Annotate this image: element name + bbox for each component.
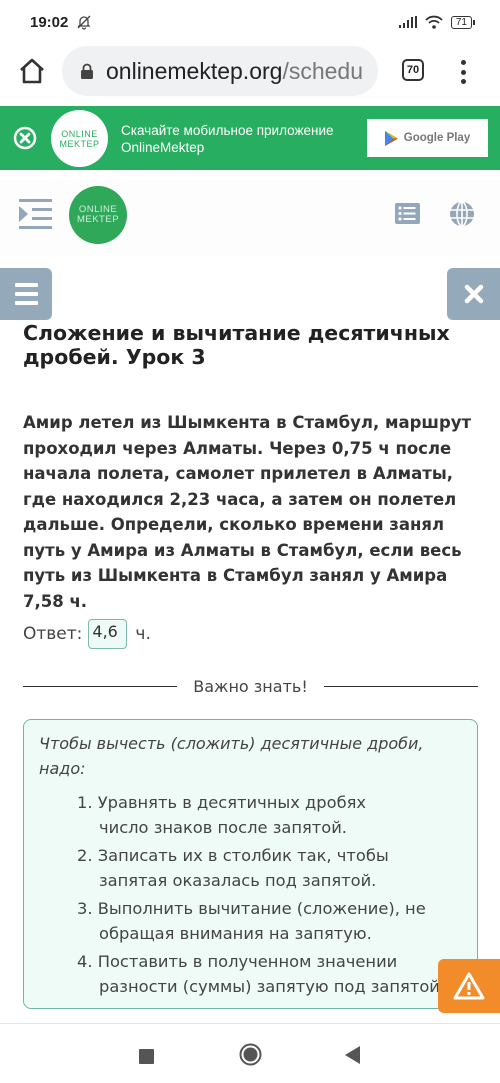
back-icon[interactable]	[345, 1046, 360, 1064]
browser-toolbar: onlinemektep.org/schedu 70	[0, 44, 500, 100]
home-circle-icon[interactable]	[239, 1043, 262, 1066]
site-header: ONLINE MEKTEP	[0, 180, 500, 256]
banner-text: Скачайте мобильное приложение OnlineMekt…	[121, 122, 334, 156]
menu-icon-bar	[14, 283, 38, 287]
url-path: /schedu	[282, 57, 364, 84]
app-download-banner: ONLINE MEKTEP Скачайте мобильное приложе…	[0, 106, 500, 170]
list-item: 1. Уравнять в десятичных дробях число зн…	[77, 793, 367, 837]
list-icon[interactable]	[395, 203, 420, 224]
logo-text-line1: ONLINE	[61, 128, 98, 139]
banner-text-line2: OnlineMektep	[121, 140, 205, 155]
bell-off-icon	[77, 15, 91, 30]
list-item: 4. Поставить в полученном значении разно…	[77, 952, 440, 996]
browser-menu-icon[interactable]	[458, 58, 468, 86]
tab-switcher-button[interactable]: 70	[402, 59, 424, 81]
list-item: 3. Выполнить вычитание (сложение), не об…	[77, 899, 426, 943]
status-bar: 19:02 71	[0, 0, 500, 44]
banner-logo: ONLINE MEKTEP	[51, 110, 108, 167]
menu-icon-bar	[14, 301, 38, 305]
answer-row: Ответ: 4,6 ч.	[23, 619, 151, 649]
important-info-box: Чтобы вычесть (сложить) десятичные дроби…	[23, 719, 478, 1009]
lesson-title: Сложение и вычитание десятичных дробей. …	[23, 321, 450, 369]
status-time: 19:02	[30, 13, 69, 31]
answer-unit: ч.	[135, 624, 151, 644]
answer-label: Ответ:	[23, 624, 83, 644]
wifi-icon	[425, 15, 443, 29]
url-text: onlinemektep.org/schedu	[106, 58, 363, 85]
signal-icon	[398, 16, 417, 28]
system-nav-bar	[0, 1023, 500, 1083]
report-problem-button[interactable]	[438, 959, 500, 1013]
answer-input[interactable]: 4,6	[88, 619, 128, 649]
google-play-button[interactable]: Google Play	[367, 119, 488, 157]
logo-text-line2: MEKTEP	[76, 214, 120, 225]
google-play-icon	[384, 130, 398, 146]
warning-icon	[453, 972, 485, 1000]
lesson-close-button[interactable]	[447, 268, 500, 320]
url-host: onlinemektep.org	[106, 57, 283, 84]
sidebar-toggle-icon[interactable]	[19, 198, 52, 230]
list-item: 2. Записать их в столбик так, чтобы запя…	[77, 846, 389, 890]
divider-line	[23, 685, 178, 688]
home-icon[interactable]	[17, 56, 47, 86]
lock-icon	[81, 63, 93, 79]
lesson-menu-button[interactable]	[0, 268, 52, 320]
logo-text-line2: MEKTEP	[59, 138, 100, 149]
important-heading: Важно знать!	[193, 677, 308, 696]
site-logo[interactable]: ONLINE MEKTEP	[69, 186, 127, 244]
address-bar[interactable]: onlinemektep.org/schedu	[62, 46, 378, 96]
close-icon	[464, 284, 483, 304]
globe-icon[interactable]	[449, 201, 475, 227]
important-divider: Важно знать!	[23, 677, 478, 696]
menu-icon-bar	[14, 292, 38, 296]
steps-list: 1. Уравнять в десятичных дробях число зн…	[77, 790, 477, 1002]
google-play-label: Google Play	[403, 132, 471, 144]
battery-icon: 71	[450, 15, 476, 29]
close-banner-icon[interactable]	[13, 126, 37, 150]
divider-line	[323, 685, 478, 688]
recent-apps-icon[interactable]	[139, 1049, 154, 1064]
info-lead: Чтобы вычесть (сложить) десятичные дроби…	[39, 734, 424, 778]
task-text: Амир летел из Шымкента в Стамбул, маршру…	[23, 413, 472, 611]
banner-text-line1: Скачайте мобильное приложение	[121, 123, 334, 138]
